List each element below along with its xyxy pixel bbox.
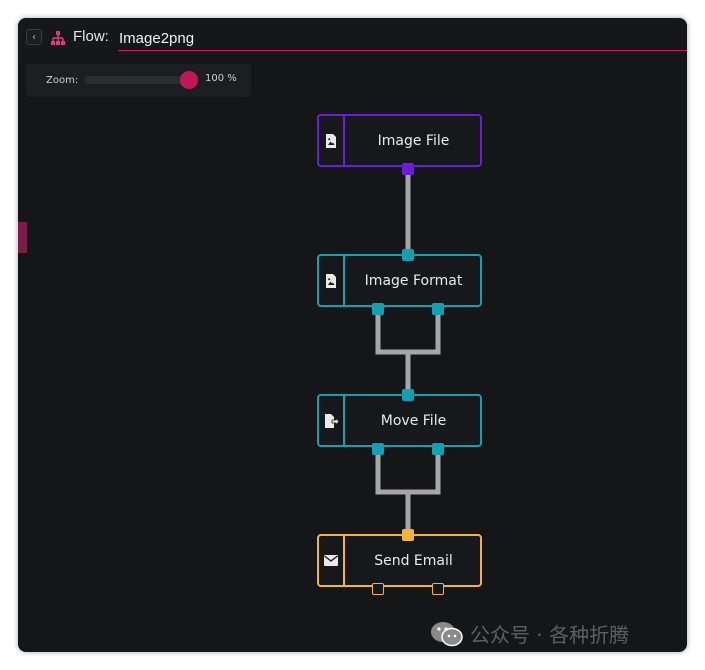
node-image-file[interactable]: Image File [317, 114, 482, 167]
port-image-format-output-2[interactable] [432, 303, 444, 315]
connector-move-to-email [375, 450, 441, 536]
node-icon-cell [319, 116, 345, 165]
port-send-email-output-2[interactable] [432, 583, 444, 595]
port-move-file-output-1[interactable] [372, 443, 384, 455]
port-move-file-output-2[interactable] [432, 443, 444, 455]
move-file-icon [324, 413, 339, 428]
port-image-format-input[interactable] [402, 249, 414, 261]
watermark: 公众号 · 各种折腾 [430, 619, 629, 648]
node-move-file[interactable]: Move File [317, 394, 482, 447]
flow-editor-window: ‹ Flow: Zoom: 100 % [18, 18, 687, 652]
watermark-text: 公众号 · 各种折腾 [470, 623, 630, 647]
node-label: Image File [377, 132, 450, 149]
port-move-file-input[interactable] [402, 389, 414, 401]
node-icon-cell [319, 396, 345, 445]
port-send-email-input[interactable] [402, 529, 414, 541]
connector-format-to-move [375, 310, 441, 396]
envelope-icon [324, 555, 338, 566]
node-icon-cell [319, 536, 345, 585]
wechat-icon [431, 621, 463, 646]
port-image-format-output-1[interactable] [372, 303, 384, 315]
image-file-icon [326, 133, 336, 148]
image-file-icon [326, 273, 336, 288]
port-image-file-output[interactable] [402, 163, 414, 175]
node-label: Send Email [374, 552, 453, 569]
node-send-email[interactable]: Send Email [317, 534, 482, 587]
node-label: Move File [380, 412, 447, 429]
node-label: Image Format [364, 272, 463, 289]
node-image-format[interactable]: Image Format [317, 254, 482, 307]
node-icon-cell [319, 256, 345, 305]
port-send-email-output-1[interactable] [372, 583, 384, 595]
